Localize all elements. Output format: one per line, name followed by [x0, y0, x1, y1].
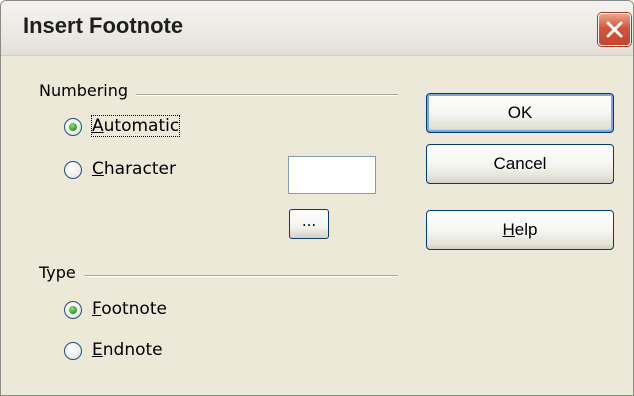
character-label[interactable]: Character [92, 159, 176, 179]
dialog-title: Insert Footnote [23, 13, 184, 38]
help-button[interactable]: Help [426, 210, 614, 250]
footnote-radio[interactable] [64, 301, 82, 319]
insert-footnote-dialog: Insert Footnote Numbering Automatic Char… [0, 0, 634, 396]
endnote-label[interactable]: Endnote [92, 340, 163, 360]
ok-button[interactable]: OK [426, 93, 614, 133]
character-input[interactable] [288, 156, 376, 194]
numbering-legend: Numbering [39, 81, 137, 100]
type-separator [41, 275, 398, 277]
footnote-label[interactable]: Footnote [92, 299, 167, 319]
help-label-rest: elp [514, 220, 538, 239]
automatic-radio[interactable] [64, 118, 82, 136]
browse-character-button[interactable]: ... [289, 209, 329, 239]
automatic-label[interactable]: Automatic [90, 115, 181, 137]
type-legend: Type [39, 263, 84, 282]
character-radio[interactable] [64, 161, 82, 179]
endnote-radio[interactable] [64, 342, 82, 360]
help-mnemonic: H [502, 220, 515, 239]
close-icon [606, 21, 623, 38]
cancel-button[interactable]: Cancel [426, 144, 614, 184]
close-button[interactable] [598, 13, 631, 46]
title-bar[interactable]: Insert Footnote [1, 1, 633, 56]
